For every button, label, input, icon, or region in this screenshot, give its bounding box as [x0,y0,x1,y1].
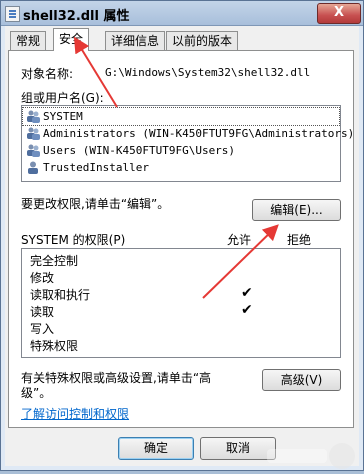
list-item-system[interactable]: SYSTEM [22,107,340,126]
allow-read-execute-check-icon: ✔ [241,285,253,301]
allow-column-header: 允许 [227,233,252,247]
special-permissions-text-line2: 级”。 [21,386,52,400]
object-name-value: G:\Windows\System32\shell32.dll [105,66,311,79]
permissions-label: SYSTEM 的权限(P) [21,233,126,247]
list-item-label: Administrators (WIN-K450FTUT9FG\Administ… [43,127,355,140]
title-bar[interactable]: shell32.dll 属性 X [1,1,363,26]
file-icon [5,6,20,22]
watermark [262,441,362,471]
groups-label: 组或用户名(G): [21,91,104,105]
tab-security[interactable]: 安全 [53,28,90,51]
ok-button[interactable]: 确定 [118,437,194,460]
close-button[interactable]: X [317,3,361,24]
deny-column-header: 拒绝 [287,233,312,247]
permissions-list[interactable]: 完全控制 修改 读取和执行 读取 写入 特殊权限 ✔ ✔ [21,248,341,358]
user-group-icon [27,127,40,140]
security-tab-panel: 对象名称: G:\Windows\System32\shell32.dll 组或… [8,50,354,428]
user-icon [28,161,38,174]
edit-button[interactable]: 编辑(E)... [252,199,341,221]
site-watermark-icon [267,443,355,469]
change-permissions-text: 要更改权限,请单击“编辑”。 [21,197,170,211]
permission-modify: 修改 [30,271,55,285]
list-item-label: Users (WIN-K450FTUT9FG\Users) [43,144,236,157]
permission-full-control: 完全控制 [30,254,79,268]
permission-special: 特殊权限 [30,339,79,353]
tab-previous-versions[interactable]: 以前的版本 [166,31,239,50]
object-name-label: 对象名称: [21,67,74,81]
advanced-button[interactable]: 高级(V) [262,369,341,391]
window-title: shell32.dll 属性 [23,9,130,24]
permission-read-execute: 读取和执行 [30,288,91,302]
permission-write: 写入 [30,322,55,336]
tab-details[interactable]: 详细信息 [105,31,166,50]
allow-read-check-icon: ✔ [241,302,253,318]
user-group-icon [27,144,40,157]
list-item-label: TrustedInstaller [43,161,149,174]
groups-listbox[interactable]: SYSTEM Administrators (WIN-K450FTUT9FG\A… [21,105,354,182]
user-group-icon [27,110,40,123]
tab-general[interactable]: 常规 [10,31,47,50]
list-item-label: SYSTEM [43,110,83,123]
learn-access-control-link[interactable]: 了解访问控制和权限 [21,405,129,422]
permission-read: 读取 [30,305,55,319]
